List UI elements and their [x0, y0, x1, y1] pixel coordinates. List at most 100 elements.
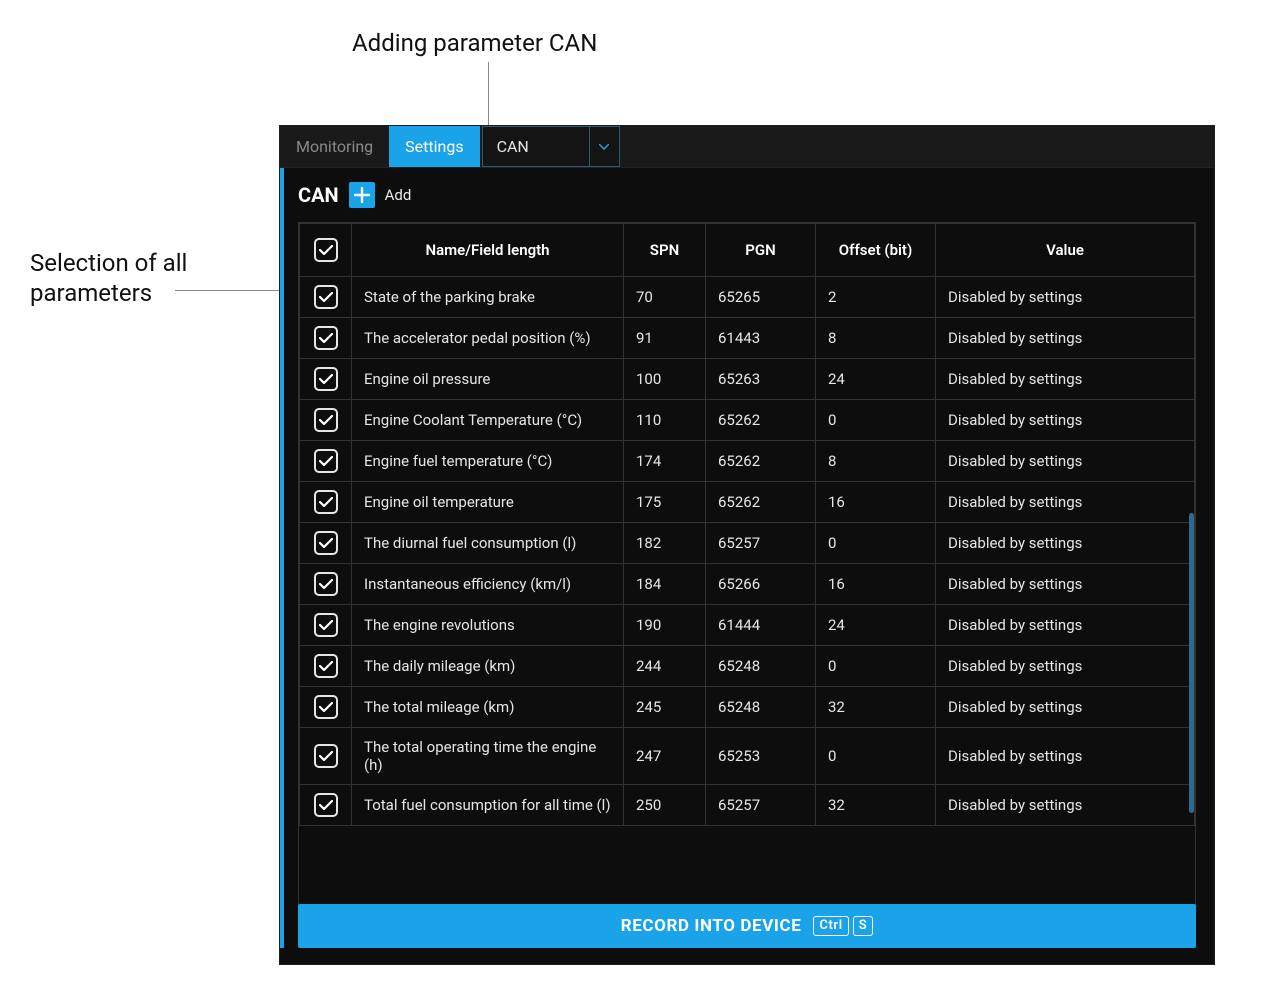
- col-header-name: Name/Field length: [352, 224, 624, 277]
- row-checkbox[interactable]: [314, 654, 338, 678]
- cell-name: Engine Coolant Temperature (°C): [352, 400, 624, 441]
- kbd-s: S: [853, 916, 874, 936]
- col-header-spn: SPN: [624, 224, 706, 277]
- row-checkbox[interactable]: [314, 695, 338, 719]
- col-header-pgn: PGN: [706, 224, 816, 277]
- cell-name: Engine oil pressure: [352, 359, 624, 400]
- cell-spn: 184: [624, 564, 706, 605]
- cell-spn: 245: [624, 687, 706, 728]
- annotation-top: Adding parameter CAN: [352, 28, 597, 58]
- cell-pgn: 65266: [706, 564, 816, 605]
- row-checkbox[interactable]: [314, 408, 338, 432]
- cell-pgn: 61444: [706, 605, 816, 646]
- parameters-table-container: Name/Field length SPN PGN Offset (bit) V…: [298, 222, 1196, 910]
- row-checkbox[interactable]: [314, 793, 338, 817]
- table-row[interactable]: Total fuel consumption for all time (l)2…: [300, 785, 1195, 826]
- cell-spn: 190: [624, 605, 706, 646]
- table-row[interactable]: The daily mileage (km)244652480Disabled …: [300, 646, 1195, 687]
- cell-pgn: 65265: [706, 277, 816, 318]
- cell-value: Disabled by settings: [936, 728, 1195, 785]
- table-row[interactable]: Engine Coolant Temperature (°C)110652620…: [300, 400, 1195, 441]
- cell-offset: 16: [816, 482, 936, 523]
- section-header: CAN Add: [280, 168, 1214, 222]
- cell-value: Disabled by settings: [936, 277, 1195, 318]
- add-button-label: Add: [385, 186, 412, 204]
- app-window: Monitoring Settings CAN CAN Add: [279, 125, 1215, 965]
- kbd-ctrl: Ctrl: [813, 916, 848, 936]
- cell-pgn: 65248: [706, 646, 816, 687]
- row-checkbox[interactable]: [314, 490, 338, 514]
- cell-offset: 0: [816, 728, 936, 785]
- cell-pgn: 65257: [706, 785, 816, 826]
- cell-pgn: 65253: [706, 728, 816, 785]
- cell-value: Disabled by settings: [936, 785, 1195, 826]
- table-row[interactable]: The total operating time the engine (h)2…: [300, 728, 1195, 785]
- table-row[interactable]: The diurnal fuel consumption (l)18265257…: [300, 523, 1195, 564]
- cell-offset: 8: [816, 441, 936, 482]
- cell-offset: 0: [816, 523, 936, 564]
- cell-spn: 174: [624, 441, 706, 482]
- cell-name: The accelerator pedal position (%): [352, 318, 624, 359]
- table-row[interactable]: Engine oil pressure1006526324Disabled by…: [300, 359, 1195, 400]
- record-button-label: RECORD INTO DEVICE: [621, 916, 802, 936]
- cell-pgn: 65262: [706, 482, 816, 523]
- cell-value: Disabled by settings: [936, 564, 1195, 605]
- row-checkbox[interactable]: [314, 572, 338, 596]
- cell-value: Disabled by settings: [936, 687, 1195, 728]
- tab-monitoring[interactable]: Monitoring: [280, 126, 389, 167]
- annotation-left-2: parameters: [30, 278, 152, 308]
- cell-offset: 24: [816, 605, 936, 646]
- cell-spn: 100: [624, 359, 706, 400]
- row-checkbox[interactable]: [314, 367, 338, 391]
- section-title: CAN: [298, 183, 339, 207]
- table-row[interactable]: Instantaneous efficiency (km/l)184652661…: [300, 564, 1195, 605]
- record-into-device-button[interactable]: RECORD INTO DEVICE Ctrl S: [298, 904, 1196, 948]
- cell-name: The diurnal fuel consumption (l): [352, 523, 624, 564]
- cell-value: Disabled by settings: [936, 441, 1195, 482]
- cell-pgn: 65262: [706, 441, 816, 482]
- col-header-offset: Offset (bit): [816, 224, 936, 277]
- cell-name: The total operating time the engine (h): [352, 728, 624, 785]
- table-row[interactable]: The engine revolutions1906144424Disabled…: [300, 605, 1195, 646]
- row-checkbox[interactable]: [314, 613, 338, 637]
- add-button[interactable]: [349, 182, 375, 208]
- cell-offset: 32: [816, 785, 936, 826]
- table-row[interactable]: The accelerator pedal position (%)916144…: [300, 318, 1195, 359]
- cell-spn: 110: [624, 400, 706, 441]
- chevron-down-icon[interactable]: [590, 126, 620, 167]
- cell-offset: 16: [816, 564, 936, 605]
- cell-offset: 32: [816, 687, 936, 728]
- cell-name: The total mileage (km): [352, 687, 624, 728]
- cell-spn: 70: [624, 277, 706, 318]
- cell-offset: 0: [816, 400, 936, 441]
- settings-category-value: CAN: [482, 126, 590, 167]
- table-row[interactable]: Engine oil temperature1756526216Disabled…: [300, 482, 1195, 523]
- cell-name: The daily mileage (km): [352, 646, 624, 687]
- row-checkbox[interactable]: [314, 326, 338, 350]
- cell-offset: 0: [816, 646, 936, 687]
- cell-pgn: 65262: [706, 400, 816, 441]
- row-checkbox[interactable]: [314, 449, 338, 473]
- table-row[interactable]: Engine fuel temperature (°C)174652628Dis…: [300, 441, 1195, 482]
- scrollbar-thumb[interactable]: [1189, 513, 1194, 813]
- cell-name: Instantaneous efficiency (km/l): [352, 564, 624, 605]
- cell-value: Disabled by settings: [936, 523, 1195, 564]
- cell-pgn: 65257: [706, 523, 816, 564]
- row-checkbox[interactable]: [314, 531, 338, 555]
- keyboard-shortcut: Ctrl S: [813, 916, 873, 936]
- row-checkbox[interactable]: [314, 744, 338, 768]
- table-row[interactable]: The total mileage (km)2456524832Disabled…: [300, 687, 1195, 728]
- settings-category-select[interactable]: CAN: [482, 126, 620, 167]
- col-header-value: Value: [936, 224, 1195, 277]
- select-all-checkbox[interactable]: [314, 238, 338, 262]
- cell-value: Disabled by settings: [936, 359, 1195, 400]
- cell-spn: 175: [624, 482, 706, 523]
- tab-settings[interactable]: Settings: [389, 126, 479, 167]
- cell-value: Disabled by settings: [936, 482, 1195, 523]
- table-header-row: Name/Field length SPN PGN Offset (bit) V…: [300, 224, 1195, 277]
- row-checkbox[interactable]: [314, 285, 338, 309]
- cell-value: Disabled by settings: [936, 646, 1195, 687]
- cell-name: Engine fuel temperature (°C): [352, 441, 624, 482]
- parameters-table: Name/Field length SPN PGN Offset (bit) V…: [299, 223, 1195, 826]
- table-row[interactable]: State of the parking brake70652652Disabl…: [300, 277, 1195, 318]
